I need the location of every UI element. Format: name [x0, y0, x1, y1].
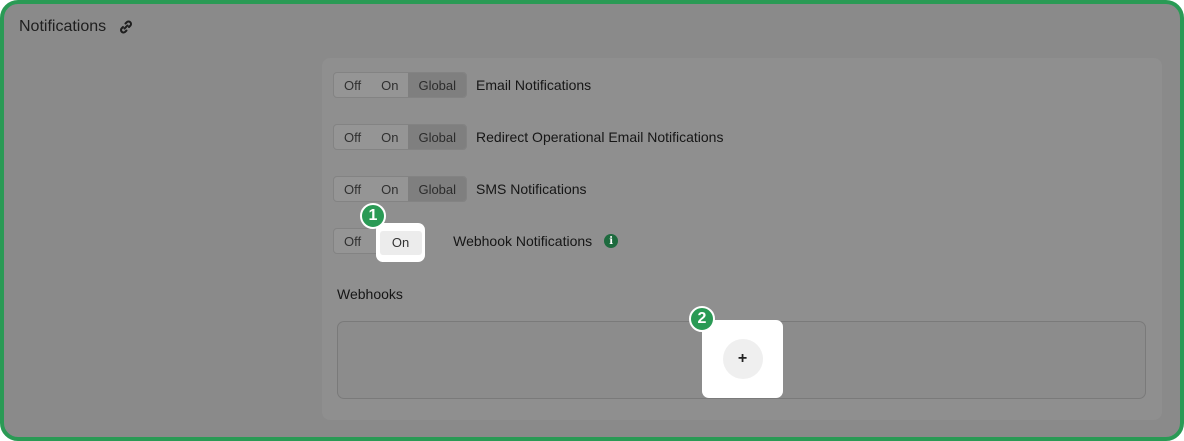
redirect-off-option[interactable]: Off: [334, 125, 371, 149]
add-webhook-button[interactable]: +: [722, 339, 763, 379]
webhook-notifications-label: Webhook Notifications: [453, 233, 593, 249]
sms-notifications-label: SMS Notifications: [476, 181, 587, 197]
redirect-notifications-row: Off On Global Redirect Operational Email…: [333, 124, 723, 150]
sms-off-option[interactable]: Off: [334, 177, 371, 201]
notifications-header: Notifications: [19, 18, 134, 36]
add-webhook-highlight: +: [702, 320, 783, 398]
webhook-off-option[interactable]: Off: [334, 229, 371, 253]
redirect-notifications-label: Redirect Operational Email Notifications: [476, 129, 724, 145]
link-icon[interactable]: [118, 19, 134, 35]
redirect-global-option[interactable]: Global: [408, 125, 467, 149]
webhook-on-highlight: On: [376, 223, 425, 262]
redirect-on-option[interactable]: On: [371, 125, 408, 149]
email-notifications-label: Email Notifications: [476, 77, 592, 93]
sms-global-option[interactable]: Global: [408, 177, 467, 201]
email-global-option[interactable]: Global: [408, 73, 467, 97]
webhook-on-option[interactable]: On: [379, 230, 422, 255]
sms-notifications-row: Off On Global SMS Notifications: [333, 176, 587, 202]
step-marker-2: 2: [689, 306, 715, 332]
page-title: Notifications: [19, 18, 107, 35]
email-notifications-row: Off On Global Email Notifications: [333, 72, 591, 98]
email-on-option[interactable]: On: [371, 73, 408, 97]
step-marker-1: 1: [360, 203, 386, 229]
email-toggle: Off On Global: [333, 72, 468, 98]
redirect-toggle: Off On Global: [333, 124, 468, 150]
sms-on-option[interactable]: On: [371, 177, 408, 201]
info-icon[interactable]: i: [604, 234, 619, 248]
webhooks-title: Webhooks: [337, 286, 403, 302]
email-off-option[interactable]: Off: [334, 73, 371, 97]
sms-toggle: Off On Global: [333, 176, 468, 202]
